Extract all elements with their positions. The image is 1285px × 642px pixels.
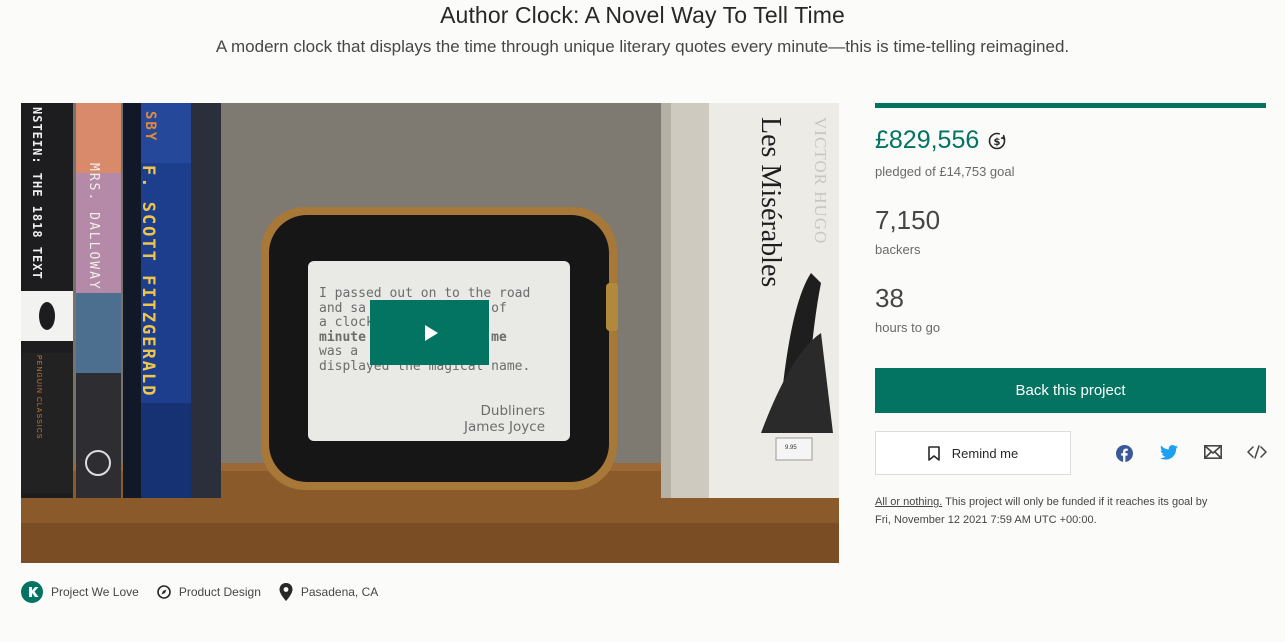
project-video[interactable]: I passed out on to the road and sa dial …: [21, 103, 839, 563]
currency-conversion-icon[interactable]: $: [987, 131, 1007, 151]
facebook-icon[interactable]: [1116, 445, 1133, 462]
project-meta: Project We Love Product Design Pasadena,…: [21, 581, 396, 603]
remind-me-button[interactable]: Remind me: [875, 431, 1071, 475]
meta-label: Pasadena, CA: [300, 585, 379, 599]
svg-text:$: $: [994, 137, 1001, 148]
spine-fitzgerald: F. SCOTT FITZGERALD: [138, 165, 158, 398]
funding-terms: All or nothing. This project will only b…: [875, 493, 1270, 529]
time-label: hours to go: [875, 320, 941, 335]
time-remaining: 38: [875, 283, 904, 313]
kickstarter-badge-icon: [21, 581, 43, 603]
meta-label: Product Design: [178, 585, 261, 599]
quote-attribution: Dubliners James Joyce: [319, 403, 545, 435]
backers-label: backers: [875, 242, 921, 257]
email-icon[interactable]: [1204, 445, 1222, 459]
spine-penguin: PENGUIN CLASSICS: [35, 355, 42, 440]
funding-deadline: Fri, November 12 2021 7:59 AM UTC +00:00…: [875, 514, 1097, 526]
meta-label: Project We Love: [51, 585, 139, 599]
play-button[interactable]: [370, 300, 489, 365]
pledged-goal: pledged of £14,753 goal: [875, 164, 1015, 179]
play-icon: [424, 324, 438, 341]
bookmark-icon: [927, 445, 940, 461]
twitter-icon[interactable]: [1160, 445, 1178, 460]
meta-project-we-love[interactable]: Project We Love: [21, 581, 139, 603]
cover-les-miserables: Les Misérables: [755, 117, 786, 288]
pledged-value: £829,556: [875, 126, 980, 154]
funding-progress-bar: [875, 103, 1266, 108]
embed-icon[interactable]: [1247, 445, 1267, 459]
location-pin-icon: [279, 583, 293, 601]
project-subtitle: A modern clock that displays the time th…: [215, 37, 1070, 56]
spine-frankenstein: NSTEIN: THE 1818 TEXT: [30, 107, 44, 280]
compass-icon: [157, 585, 171, 599]
quote-author: James Joyce: [464, 419, 545, 435]
meta-location[interactable]: Pasadena, CA: [279, 583, 378, 601]
pledged-amount: £829,556 $: [875, 126, 1007, 155]
backers-count: 7,150: [875, 205, 941, 235]
quote-book: Dubliners: [480, 403, 545, 419]
project-title: Author Clock: A Novel Way To Tell Time: [440, 2, 845, 28]
remind-me-label: Remind me: [951, 445, 1019, 461]
funding-terms-text: This project will only be funded if it r…: [942, 496, 1208, 508]
cover-victor-hugo: VICTOR HUGO: [811, 117, 830, 245]
all-or-nothing-link[interactable]: All or nothing.: [875, 496, 942, 508]
spine-dalloway: MRS. DALLOWAY: [86, 163, 101, 291]
meta-category[interactable]: Product Design: [157, 585, 261, 599]
spine-gatsby: SBY: [142, 111, 158, 143]
price-label: 9.95: [785, 445, 797, 451]
back-project-button[interactable]: Back this project: [875, 368, 1266, 413]
